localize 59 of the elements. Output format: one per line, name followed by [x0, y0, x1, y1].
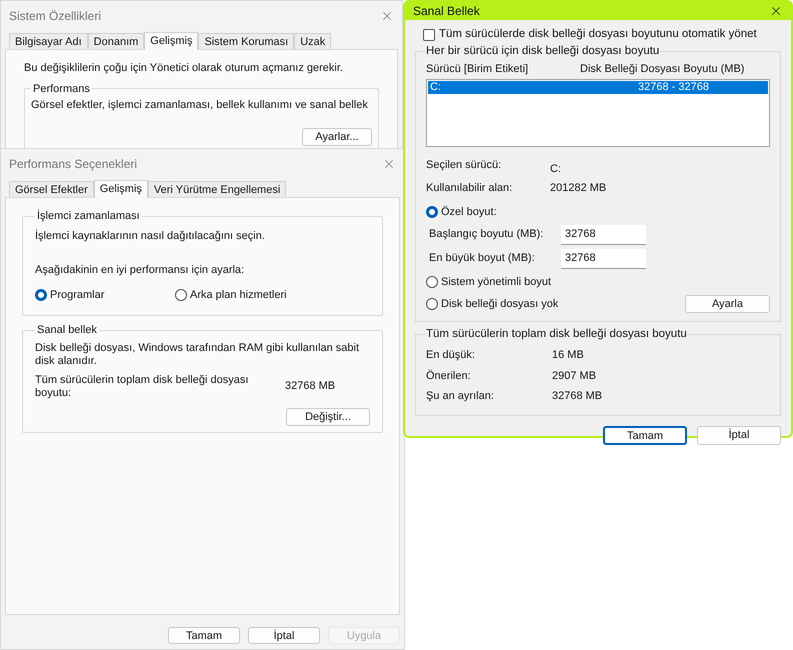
button[interactable]: Tamam [603, 426, 687, 445]
button[interactable]: Tamam [168, 627, 240, 644]
total-label: Tüm sürücülerin toplam disk belleği dosyası boyutu: [35, 374, 250, 400]
tab[interactable]: Donanım [88, 33, 144, 49]
total-label: Önerilen: [426, 368, 472, 384]
radio-label: Programlar [50, 288, 104, 302]
radio-button[interactable] [35, 288, 47, 301]
field-label: Başlangıç boyutu (MB): [429, 227, 544, 242]
group-title: Her bir sürücü için disk belleği dosyası boyutu [426, 44, 660, 60]
radio-label: Disk belleği dosyası yok [441, 296, 558, 312]
tab[interactable]: Uzak [294, 33, 332, 49]
info-value: C: [550, 162, 561, 177]
notice-text: Bu değişiklilerin çoğu için Yönetici olarak oturum açmanız gerekir. [24, 61, 344, 76]
tab[interactable]: Gelişmiş [144, 32, 198, 50]
group-title: Tüm sürücülerin toplam disk belleği dosyası boyutu [426, 327, 687, 342]
group-title: Performans [32, 82, 91, 96]
total-value: 32768 MB [552, 389, 602, 404]
column-header: Disk Belleği Dosyası Boyutu (MB) [580, 62, 744, 76]
button[interactable]: İptal [697, 426, 781, 445]
info-label: Kullanılabilir alan: [426, 180, 514, 196]
tab[interactable]: Bilgisayar Adı [9, 33, 88, 49]
window-title: Sistem Özellikleri [9, 8, 102, 25]
tab[interactable]: Sistem Koruması [198, 33, 294, 49]
info-value: 201282 MB [550, 180, 606, 196]
radio-button[interactable] [426, 206, 438, 218]
radio-button[interactable] [175, 288, 187, 301]
info-label: Seçilen sürücü: [426, 158, 502, 173]
button[interactable]: Ayarla [685, 295, 770, 313]
radio-button[interactable] [426, 276, 438, 288]
radio-label: Arka plan hizmetleri [190, 288, 287, 302]
input-field[interactable]: 32768 [561, 224, 646, 244]
window-title: Sanal Bellek [413, 3, 480, 20]
checkbox-label: Tüm sürücülerde disk belleği dosyası boyutunu otomatik yönet [439, 27, 757, 42]
total-label: En düşük: [426, 348, 476, 364]
group-title: Sanal bellek [36, 323, 98, 338]
tab[interactable]: Gelişmiş [94, 180, 148, 198]
button[interactable]: İptal [248, 627, 320, 644]
total-value: 2907 MB [552, 368, 596, 384]
button[interactable]: Ayarlar... [302, 128, 372, 146]
button[interactable]: Değiştir... [286, 408, 370, 426]
column-header: Sürücü [Birim Etiketi] [426, 62, 530, 76]
description-text: Disk belleği dosyası, Windows tarafından RAM gibi kullanılan sabit disk alanıdır. [35, 342, 360, 368]
group-text: Görsel efektler, işlemci zamanlaması, bellek kullanımı ve sanal bellek [31, 98, 369, 113]
total-value: 32768 MB [285, 379, 336, 394]
tab[interactable]: Veri Yürütme Engellemesi [148, 181, 286, 197]
total-label: Şu an ayrılan: [426, 389, 495, 404]
tab[interactable]: Görsel Efektler [9, 181, 94, 197]
radio-button[interactable] [426, 298, 438, 310]
prompt-text: Aşağıdakinin en iyi performansı için ayarla: [35, 263, 246, 278]
input-field[interactable]: 32768 [561, 248, 646, 268]
radio-label: Sistem yönetimli boyut [441, 274, 552, 290]
total-value: 16 MB [552, 348, 584, 364]
description-text: İşlemci kaynaklarının nasıl dağıtılacağını seçin. [35, 228, 266, 244]
drive-row[interactable]: C: 32768 - 32768 [428, 81, 768, 94]
window-title: Performans Seçenekleri [9, 156, 138, 173]
checkbox[interactable] [423, 28, 435, 41]
group-title: İşlemci zamanlaması [36, 208, 141, 224]
field-label: En büyük boyut (MB): [429, 251, 536, 266]
radio-label: Özel boyut: [441, 204, 497, 220]
